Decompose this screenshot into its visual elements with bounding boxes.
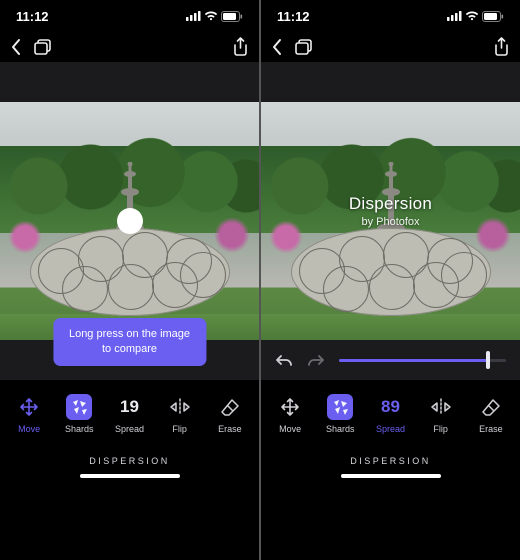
shards-icon xyxy=(327,394,353,420)
redo-button[interactable] xyxy=(307,353,325,367)
image-canvas[interactable]: Dispersion by Photofox xyxy=(261,102,520,340)
chevron-left-icon xyxy=(271,38,282,56)
tool-move[interactable]: Move xyxy=(5,394,53,434)
tool-shards[interactable]: Shards xyxy=(55,394,103,434)
tool-shards-label: Shards xyxy=(326,424,355,434)
wifi-icon xyxy=(204,11,218,21)
move-icon xyxy=(16,394,42,420)
toolbar: Move Shards 89 Spread Flip Erase xyxy=(261,380,520,446)
tool-spread[interactable]: 89 Spread xyxy=(366,394,414,434)
tool-move-label: Move xyxy=(18,424,40,434)
watermark: Dispersion by Photofox xyxy=(349,194,432,228)
canvas-pad-top xyxy=(261,62,520,102)
slider-row xyxy=(261,340,520,380)
mode-label: DISPERSION xyxy=(0,446,259,472)
back-button[interactable] xyxy=(271,38,282,56)
tool-flip[interactable]: Flip xyxy=(156,394,204,434)
share-icon xyxy=(232,37,249,57)
undo-icon xyxy=(275,353,293,367)
status-bar: 11:12 xyxy=(261,0,520,32)
chevron-left-icon xyxy=(10,38,21,56)
battery-icon xyxy=(482,11,504,22)
watermark-title: Dispersion xyxy=(349,194,432,214)
canvas-pad-bottom: Long press on the image to compare xyxy=(0,340,259,380)
nav-bar xyxy=(261,32,520,62)
wifi-icon xyxy=(465,11,479,21)
tooltip-line1: Long press on the image xyxy=(69,327,190,342)
slider-fill xyxy=(339,359,488,362)
tool-shards[interactable]: Shards xyxy=(316,394,364,434)
toolbar: Move Shards 19 Spread Flip Erase xyxy=(0,380,259,446)
flip-icon xyxy=(167,394,193,420)
flip-icon xyxy=(428,394,454,420)
tool-flip[interactable]: Flip xyxy=(417,394,465,434)
shards-icon xyxy=(66,394,92,420)
signal-icon xyxy=(186,11,201,21)
erase-icon xyxy=(478,394,504,420)
watermark-sub: by Photofox xyxy=(349,216,432,228)
battery-icon xyxy=(221,11,243,22)
tool-move[interactable]: Move xyxy=(266,394,314,434)
signal-icon xyxy=(447,11,462,21)
status-bar: 11:12 xyxy=(0,0,259,32)
nav-bar xyxy=(0,32,259,62)
move-icon xyxy=(277,394,303,420)
mode-label: DISPERSION xyxy=(261,446,520,472)
spread-value: 19 xyxy=(120,397,139,417)
canvas-pad-top xyxy=(0,62,259,102)
share-icon xyxy=(493,37,510,57)
tool-erase-label: Erase xyxy=(218,424,242,434)
status-time: 11:12 xyxy=(16,9,49,24)
tool-erase[interactable]: Erase xyxy=(467,394,515,434)
image-canvas[interactable] xyxy=(0,102,259,340)
dispersion-handle[interactable] xyxy=(117,208,143,234)
status-time: 11:12 xyxy=(277,9,310,24)
layers-button[interactable] xyxy=(294,38,314,56)
share-button[interactable] xyxy=(493,37,510,57)
tool-erase[interactable]: Erase xyxy=(206,394,254,434)
spread-slider[interactable] xyxy=(339,350,506,370)
tool-erase-label: Erase xyxy=(479,424,503,434)
tool-flip-label: Flip xyxy=(433,424,448,434)
share-button[interactable] xyxy=(232,37,249,57)
home-indicator[interactable] xyxy=(261,472,520,488)
erase-icon xyxy=(217,394,243,420)
status-indicators xyxy=(447,11,504,22)
tool-move-label: Move xyxy=(279,424,301,434)
layers-icon xyxy=(33,38,53,56)
phone-left: 11:12 Lo xyxy=(0,0,259,560)
layers-button[interactable] xyxy=(33,38,53,56)
layers-icon xyxy=(294,38,314,56)
spread-value: 89 xyxy=(381,397,400,417)
tool-spread[interactable]: 19 Spread xyxy=(105,394,153,434)
tooltip-line2: to compare xyxy=(69,342,190,357)
compare-tooltip: Long press on the image to compare xyxy=(53,318,206,366)
back-button[interactable] xyxy=(10,38,21,56)
tool-spread-label: Spread xyxy=(376,424,405,434)
status-indicators xyxy=(186,11,243,22)
tool-spread-label: Spread xyxy=(115,424,144,434)
undo-button[interactable] xyxy=(275,353,293,367)
slider-thumb[interactable] xyxy=(486,351,490,369)
tool-flip-label: Flip xyxy=(172,424,187,434)
home-indicator[interactable] xyxy=(0,472,259,488)
redo-icon xyxy=(307,353,325,367)
phone-right: 11:12 Dispersion by Photofox xyxy=(261,0,520,560)
tool-shards-label: Shards xyxy=(65,424,94,434)
